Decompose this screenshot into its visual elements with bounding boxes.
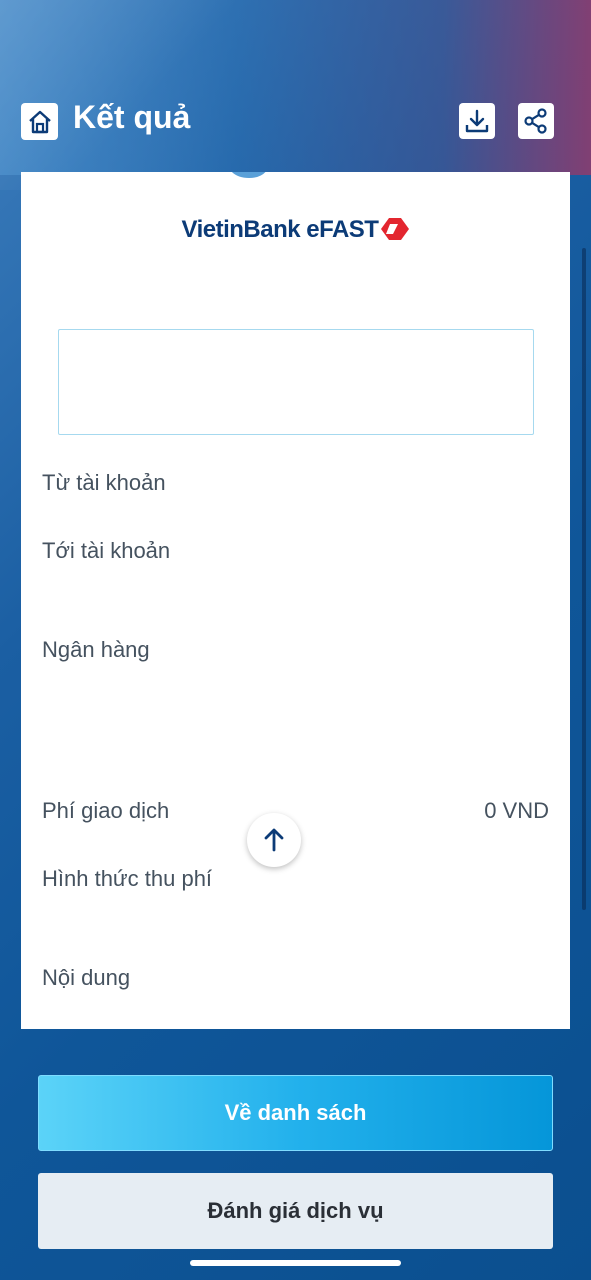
amount-box	[58, 329, 534, 435]
vietinbank-logo: VietinBank eFAST	[21, 216, 570, 244]
home-indicator[interactable]	[190, 1260, 401, 1266]
download-button[interactable]	[459, 103, 495, 139]
arrow-up-icon	[264, 828, 284, 852]
from-account-label: Từ tài khoản	[42, 470, 166, 495]
header-background	[0, 0, 591, 175]
share-icon	[524, 108, 547, 134]
receipt-card: VietinBank eFAST Từ tài khoản Tới tài kh…	[21, 172, 570, 1029]
logo-text: VietinBank eFAST	[181, 216, 379, 243]
page-title: Kết quả	[73, 99, 191, 135]
card-decoration	[232, 172, 266, 178]
bank-label: Ngân hàng	[42, 637, 150, 662]
efast-logo-icon	[381, 218, 410, 240]
transaction-fee-label: Phí giao dịch	[42, 798, 170, 823]
home-icon	[28, 110, 51, 133]
share-button[interactable]	[518, 103, 554, 139]
home-button[interactable]	[21, 103, 58, 140]
to-account-label: Tới tài khoản	[42, 538, 171, 563]
content-label: Nội dung	[42, 965, 131, 990]
download-icon	[465, 109, 489, 133]
rate-service-button[interactable]: Đánh giá dịch vụ	[38, 1173, 553, 1249]
scrollbar[interactable]	[582, 248, 586, 910]
scroll-to-top-button[interactable]	[247, 813, 301, 867]
transaction-fee-value: 0 VND	[484, 798, 549, 823]
back-to-list-button[interactable]: Về danh sách	[38, 1075, 553, 1151]
fee-method-label: Hình thức thu phí	[42, 866, 213, 891]
